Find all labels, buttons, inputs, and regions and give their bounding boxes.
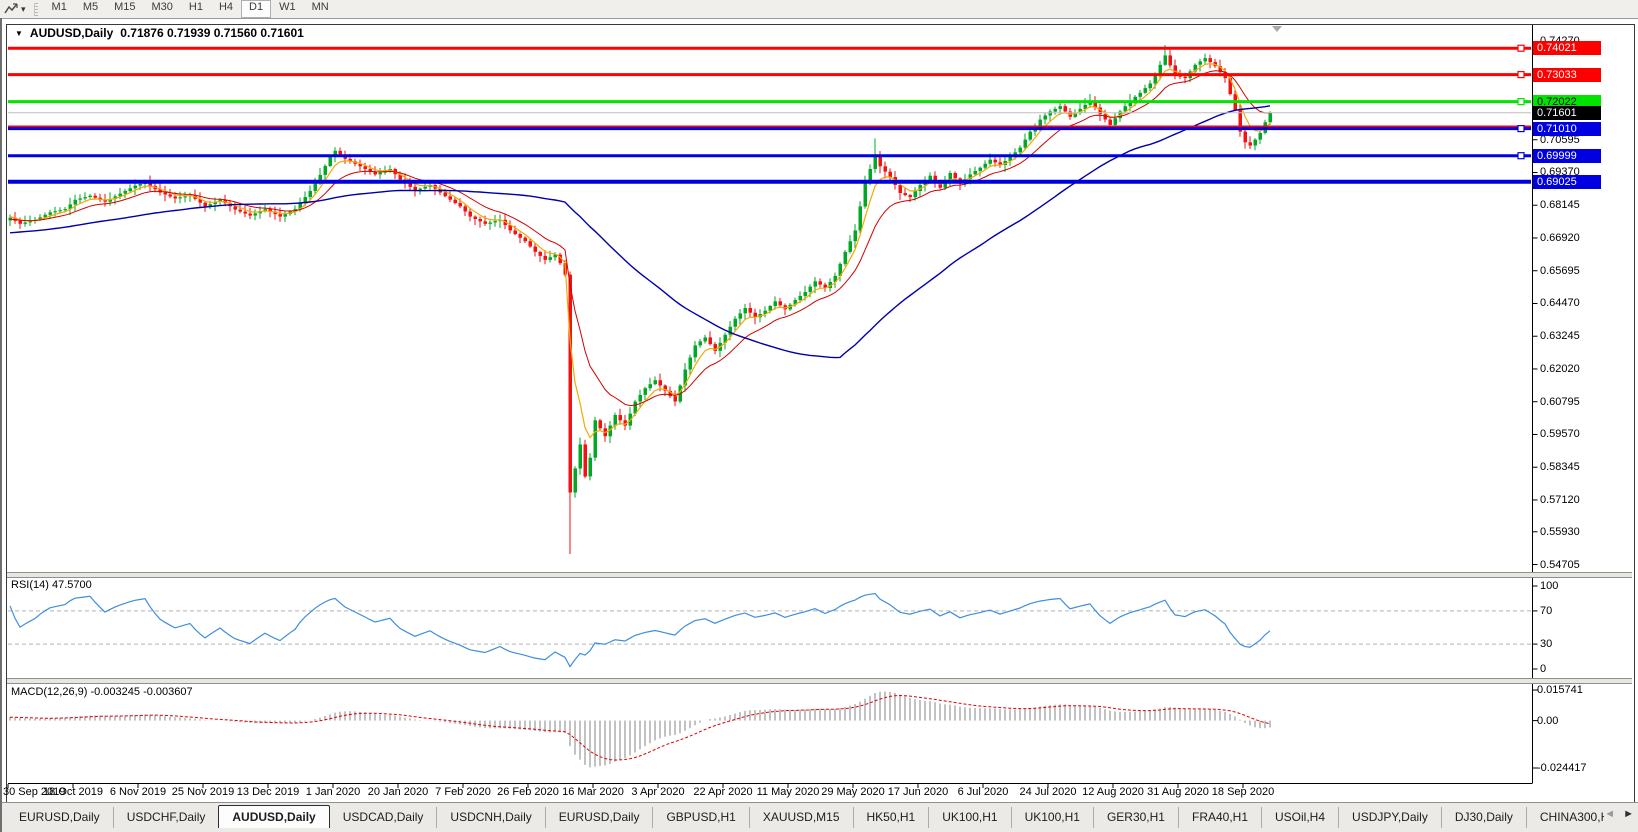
rsi-line bbox=[10, 594, 1270, 667]
chart-tab-FRA40-H1[interactable]: FRA40,H1 bbox=[1178, 807, 1261, 828]
rsi-indicator-label: RSI(14) 47.5700 bbox=[11, 579, 92, 591]
chevron-down-icon[interactable]: ▾ bbox=[21, 4, 26, 15]
timeframe-button-H4[interactable]: H4 bbox=[211, 0, 241, 16]
chart-tab-GBPUSD-H1[interactable]: GBPUSD,H1 bbox=[652, 807, 748, 828]
chart-symbol-period: AUDUSD,Daily bbox=[30, 26, 113, 40]
timeframe-button-M15[interactable]: M15 bbox=[106, 0, 143, 16]
chart-shift-marker-icon[interactable] bbox=[1272, 26, 1282, 32]
chart-tab-USDCNH-Daily[interactable]: USDCNH,Daily bbox=[436, 807, 544, 828]
timeframe-button-MN[interactable]: MN bbox=[304, 0, 337, 16]
chart-tab-UK100-H1[interactable]: UK100,H1 bbox=[1011, 807, 1093, 828]
chart-tab-USDCAD-Daily[interactable]: USDCAD,Daily bbox=[330, 807, 437, 828]
chart-tab-XAUUSD-M15[interactable]: XAUUSD,M15 bbox=[749, 807, 853, 828]
trading-terminal: ▾ M1M5M15M30H1H4D1W1MN 0.742700.730450.7… bbox=[0, 0, 1638, 832]
pane-splitter-rsi[interactable] bbox=[7, 572, 1632, 578]
chart-tab-USDJPY-Daily[interactable]: USDJPY,Daily bbox=[1338, 807, 1441, 828]
chart-tab-bar: EURUSD,DailyUSDCHF,DailyAUDUSD,DailyUSDC… bbox=[0, 802, 1638, 832]
horizontal-lines-layer[interactable] bbox=[8, 45, 1531, 182]
chart-tab-UK100-H1[interactable]: UK100,H1 bbox=[928, 807, 1010, 828]
timeframe-button-H1[interactable]: H1 bbox=[181, 0, 211, 16]
timeframe-button-M5[interactable]: M5 bbox=[75, 0, 106, 16]
chart-tab-CHINA300-H1[interactable]: CHINA300,H1 bbox=[1526, 807, 1604, 828]
window-left-edge bbox=[0, 18, 2, 832]
chart-tab-EURUSD-Daily[interactable]: EURUSD,Daily bbox=[6, 807, 113, 828]
chart-cursor-icon[interactable] bbox=[3, 2, 19, 16]
chart-plot bbox=[0, 0, 1638, 832]
timeframe-toolbar: ▾ M1M5M15M30H1H4D1W1MN bbox=[0, 0, 1638, 19]
timeframe-button-D1[interactable]: D1 bbox=[241, 0, 271, 18]
timeframe-button-W1[interactable]: W1 bbox=[271, 0, 304, 16]
chart-tab-HK50-H1[interactable]: HK50,H1 bbox=[853, 807, 929, 828]
tab-scroll-left-icon[interactable]: ◄ bbox=[1604, 808, 1615, 820]
ma-fast-line bbox=[10, 64, 1270, 438]
chart-menu-caret-icon[interactable]: ▼ bbox=[15, 29, 23, 38]
chart-tab-EURUSD-Daily[interactable]: EURUSD,Daily bbox=[545, 807, 653, 828]
tab-scroll-right-icon[interactable]: ► bbox=[1623, 808, 1634, 820]
chart-title: ▼ AUDUSD,Daily 0.71876 0.71939 0.71560 0… bbox=[15, 26, 304, 40]
candles-layer bbox=[9, 45, 1273, 554]
tab-scroll-arrows: ◄ ► bbox=[1604, 808, 1634, 820]
toolbar-grip[interactable] bbox=[34, 3, 38, 16]
macd-indicator-label: MACD(12,26,9) -0.003245 -0.003607 bbox=[11, 686, 193, 698]
chart-tabs: EURUSD,DailyUSDCHF,DailyAUDUSD,DailyUSDC… bbox=[6, 805, 1604, 828]
chart-tab-USOil-H4[interactable]: USOil,H4 bbox=[1261, 807, 1338, 828]
chart-tab-USDCHF-Daily[interactable]: USDCHF,Daily bbox=[113, 807, 219, 828]
timeframe-button-M30[interactable]: M30 bbox=[144, 0, 181, 16]
timeframe-button-M1[interactable]: M1 bbox=[44, 0, 75, 16]
ma-slow-line bbox=[10, 106, 1270, 358]
chart-tab-AUDUSD-Daily[interactable]: AUDUSD,Daily bbox=[218, 805, 329, 828]
chart-tab-DJ30-Daily[interactable]: DJ30,Daily bbox=[1441, 807, 1526, 828]
timeframe-buttons: M1M5M15M30H1H4D1W1MN bbox=[44, 0, 337, 18]
chart-tab-GER30-H1[interactable]: GER30,H1 bbox=[1093, 807, 1178, 828]
pane-splitter-macd[interactable] bbox=[7, 678, 1632, 684]
chart-ohlc-values: 0.71876 0.71939 0.71560 0.71601 bbox=[120, 26, 304, 40]
ma-medium-line bbox=[10, 71, 1270, 406]
